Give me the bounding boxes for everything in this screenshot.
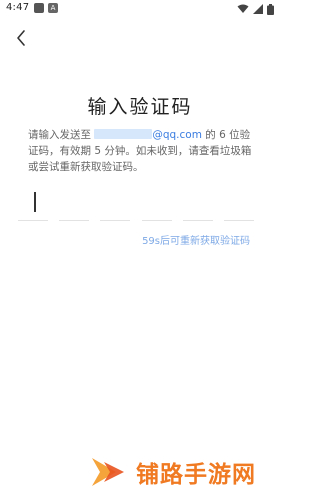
- code-digit-1[interactable]: [18, 186, 48, 221]
- code-digit-2[interactable]: [59, 186, 90, 221]
- status-time: 4:47: [6, 2, 30, 13]
- resend-countdown[interactable]: 59s后可重新获取验证码: [142, 232, 250, 247]
- wifi-icon: [237, 4, 249, 13]
- notification-icon: [34, 3, 44, 13]
- redacted-email: [94, 129, 153, 139]
- instruction-prefix: 请输入发送至: [28, 129, 91, 141]
- watermark-text: 铺路手游网: [136, 462, 256, 488]
- back-button[interactable]: [12, 28, 32, 48]
- page-title: 输入验证码: [87, 96, 193, 118]
- instruction-text: 请输入发送至 @qq.com 的 6 位验证码，有效期 5 分钟。如未收到，请查…: [28, 127, 258, 175]
- code-digit-5[interactable]: [182, 186, 213, 221]
- watermark: 铺路手游网: [86, 450, 276, 494]
- battery-icon: [267, 3, 274, 15]
- watermark-logo-icon: [92, 458, 124, 486]
- code-digit-6[interactable]: [223, 186, 254, 221]
- status-bar: 4:47 A: [0, 0, 280, 18]
- signal-icon: [253, 4, 263, 14]
- verification-code-input[interactable]: [18, 186, 254, 221]
- keyboard-a-icon: A: [48, 3, 58, 13]
- chevron-left-icon: [17, 30, 25, 46]
- text-cursor: [34, 192, 36, 212]
- code-digit-4[interactable]: [141, 186, 172, 221]
- email-suffix: @qq.com: [152, 129, 202, 141]
- code-digit-3[interactable]: [100, 186, 131, 221]
